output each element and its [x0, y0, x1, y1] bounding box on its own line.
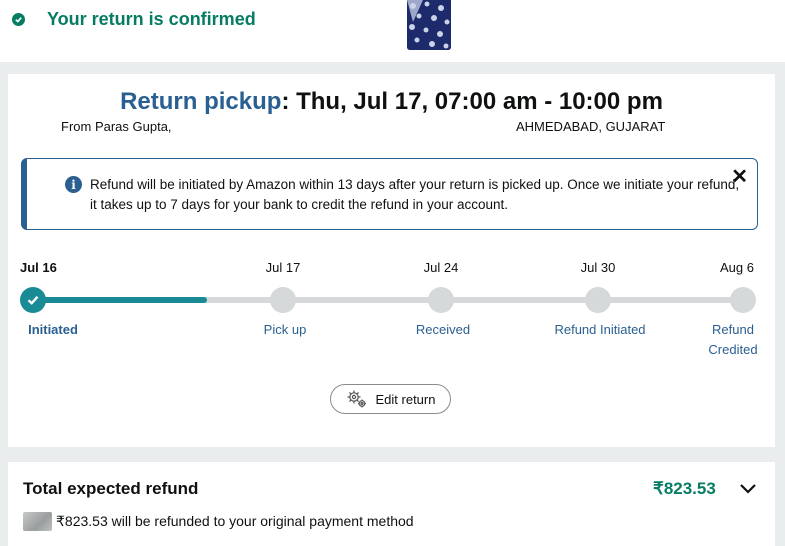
- return-pickup-card: Return pickup: Thu, Jul 17, 07:00 am - 1…: [8, 74, 775, 447]
- timeline-step-pickup-dot: [270, 287, 296, 313]
- timeline-date-5: Aug 6: [720, 260, 754, 275]
- edit-return-button[interactable]: Edit return: [330, 384, 451, 414]
- refund-payment-line: ₹823.53 will be refunded to your origina…: [23, 512, 414, 531]
- refund-payment-text: ₹823.53 will be refunded to your origina…: [56, 513, 414, 529]
- confirmation-text: Your return is confirmed: [47, 9, 256, 29]
- confirmation-banner: Your return is confirmed: [0, 0, 785, 62]
- timeline-step-refund-initiated-dot: [585, 287, 611, 313]
- timeline-label-refund-initiated: Refund Initiated: [554, 322, 646, 337]
- pickup-address: From Paras Gupta, AHMEDABAD, GUJARAT: [61, 119, 741, 134]
- pickup-schedule: : Thu, Jul 17, 07:00 am - 10:00 pm: [281, 88, 663, 115]
- timeline-step-refund-credited-dot: [730, 287, 756, 313]
- edit-return-label: Edit return: [375, 391, 436, 407]
- pickup-city: AHMEDABAD, GUJARAT: [516, 119, 666, 134]
- timeline-label-received: Received: [415, 322, 471, 337]
- refund-title: Total expected refund: [23, 479, 199, 498]
- gear-icon: [346, 389, 368, 409]
- timeline-date-4: Jul 30: [580, 260, 616, 275]
- timeline-date-1: Jul 16: [20, 260, 57, 275]
- timeline-date-3: Jul 24: [423, 260, 459, 275]
- timeline-label-pickup: Pick up: [263, 322, 307, 337]
- pickup-title: Return pickup: Thu, Jul 17, 07:00 am - 1…: [8, 88, 775, 116]
- check-circle-icon: [12, 13, 25, 26]
- refund-info-alert: i Refund will be initiated by Amazon wit…: [21, 158, 758, 230]
- refund-amount: ₹823.53: [653, 479, 716, 498]
- close-icon[interactable]: ✕: [731, 164, 748, 189]
- refund-summary-card: Total expected refund ₹823.53 ₹823.53 wi…: [8, 462, 775, 546]
- timeline-progress: [34, 297, 208, 303]
- pickup-from: From Paras Gupta,: [61, 119, 172, 134]
- confirmation-row: Your return is confirmed: [12, 9, 256, 30]
- timeline-step-received-dot: [428, 287, 454, 313]
- chevron-down-icon[interactable]: [739, 482, 757, 500]
- return-timeline: Jul 16 Jul 17 Jul 24 Jul 30 Aug 6 Initia…: [8, 254, 775, 364]
- product-thumbnail[interactable]: [407, 0, 451, 50]
- timeline-date-2: Jul 17: [265, 260, 301, 275]
- timeline-label-refund-credited: Refund Credited: [708, 322, 758, 357]
- payment-card-icon: [23, 512, 52, 531]
- refund-info-text: Refund will be initiated by Amazon withi…: [90, 177, 740, 212]
- pickup-label: Return pickup: [120, 88, 282, 115]
- info-icon: i: [65, 176, 82, 193]
- timeline-step-initiated-check-icon: [20, 287, 46, 313]
- timeline-label-initiated: Initiated: [28, 322, 78, 337]
